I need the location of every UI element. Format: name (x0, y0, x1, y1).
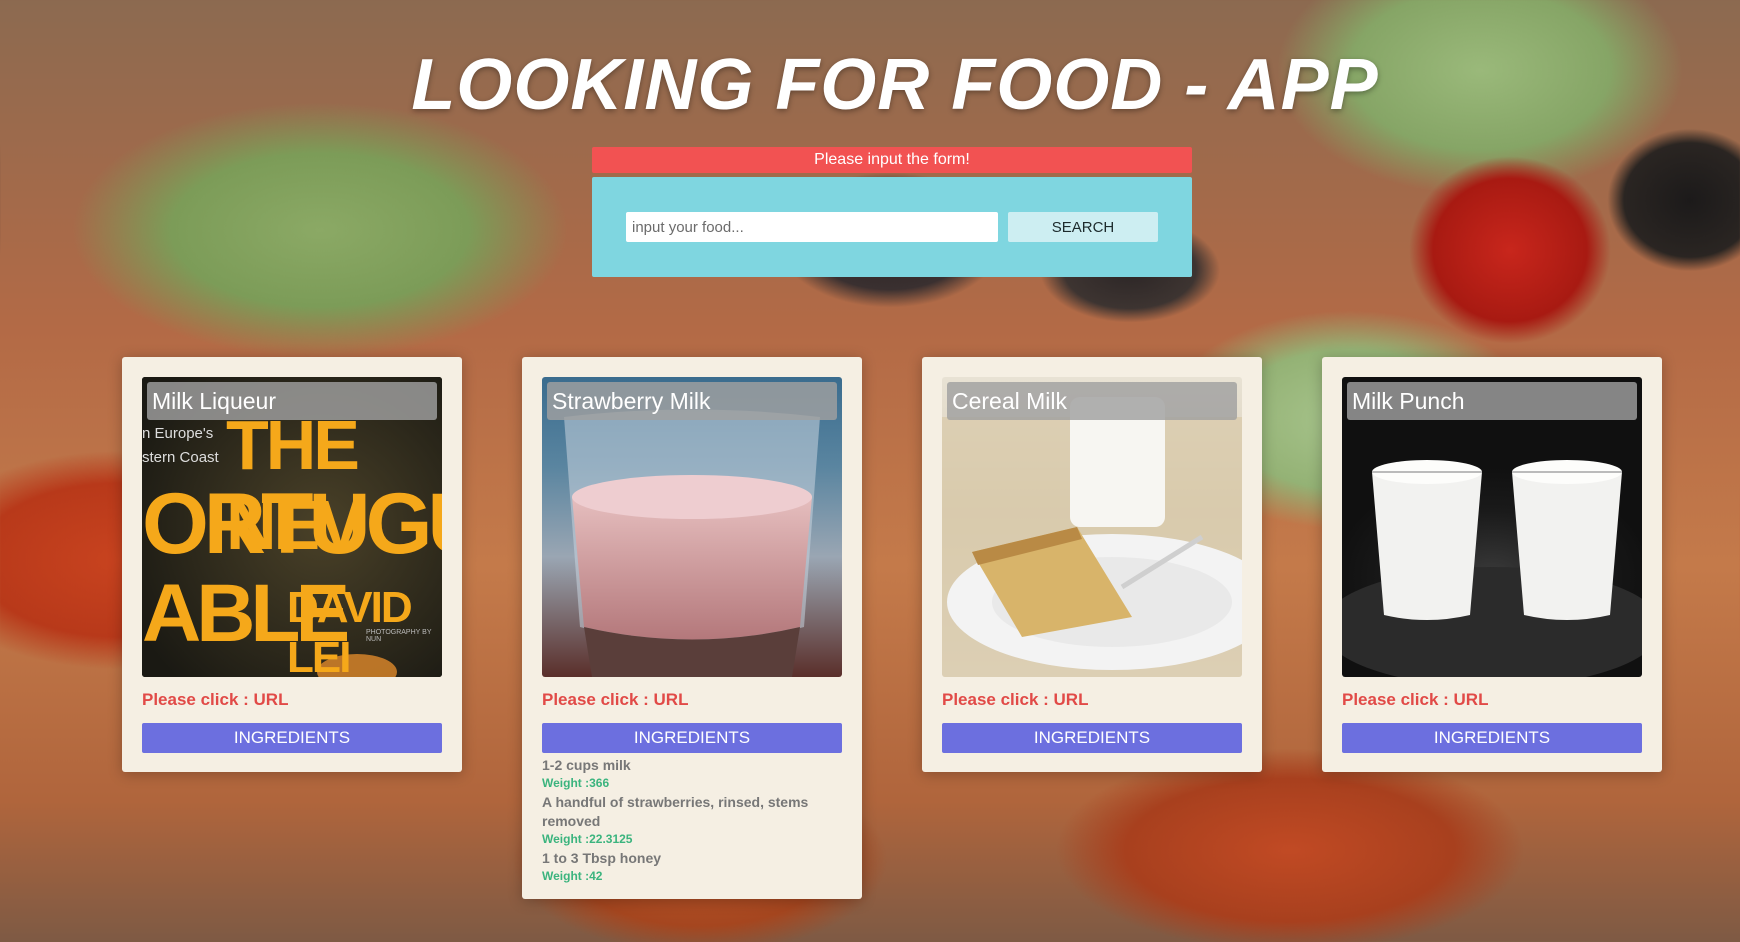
recipe-image: Cereal Milk (942, 377, 1242, 677)
app-title: LOOKING FOR FOOD - APP (411, 45, 1379, 125)
recipe-card: Strawberry Milk Please click : URL INGRE… (522, 357, 862, 899)
ingredient-weight: Weight :366 (542, 776, 610, 790)
recipe-url-link[interactable]: Please click : URL (942, 690, 1088, 710)
recipe-url-link[interactable]: Please click : URL (142, 690, 288, 710)
recipe-image: Strawberry Milk (542, 377, 842, 677)
form-alert: Please input the form! (592, 147, 1192, 173)
recipe-title: Milk Liqueur (147, 382, 437, 420)
ingredients-button[interactable]: INGREDIENTS (542, 723, 842, 753)
book-text: n Europe's (142, 425, 214, 442)
ingredient-weight: Weight :42 (542, 869, 603, 883)
ingredient-weight: Weight :22.3125 (542, 832, 633, 846)
ingredients-button[interactable]: INGREDIENTS (942, 723, 1242, 753)
recipe-card: n Europe's stern Coast THE NEV ORTUGUES … (122, 357, 462, 772)
recipe-title: Cereal Milk (947, 382, 1237, 420)
food-search-input[interactable] (626, 212, 998, 242)
recipe-image: Milk Punch (1342, 377, 1642, 677)
search-panel: SEARCH (592, 177, 1192, 277)
book-text: PHOTOGRAPHY BY NUN (366, 629, 432, 643)
recipe-url-link[interactable]: Please click : URL (1342, 690, 1488, 710)
book-text: ORTUGUES (142, 476, 442, 572)
recipe-card: Milk Punch Please click : URL INGREDIENT… (1322, 357, 1662, 772)
search-button[interactable]: SEARCH (1008, 212, 1158, 242)
book-text: stern Coast (142, 449, 219, 466)
cereal-milk-art (942, 397, 1242, 677)
ingredients-button[interactable]: INGREDIENTS (1342, 723, 1642, 753)
milk-punch-art (1342, 460, 1642, 677)
ingredients-list: 1-2 cups milk Weight :366 A handful of s… (542, 756, 842, 886)
recipe-title: Milk Punch (1347, 382, 1637, 420)
ingredients-button[interactable]: INGREDIENTS (142, 723, 442, 753)
recipe-image: n Europe's stern Coast THE NEV ORTUGUES … (142, 377, 442, 677)
recipe-title: Strawberry Milk (547, 382, 837, 420)
ingredient-text: A handful of strawberries, rinsed, stems… (542, 794, 809, 829)
recipe-card: Cereal Milk Please click : URL INGREDIEN… (922, 357, 1262, 772)
ingredient-text: 1-2 cups milk (542, 757, 631, 773)
ingredient-text: 1 to 3 Tbsp honey (542, 850, 662, 866)
strawberry-milk-art (564, 409, 820, 677)
recipe-url-link[interactable]: Please click : URL (542, 690, 688, 710)
